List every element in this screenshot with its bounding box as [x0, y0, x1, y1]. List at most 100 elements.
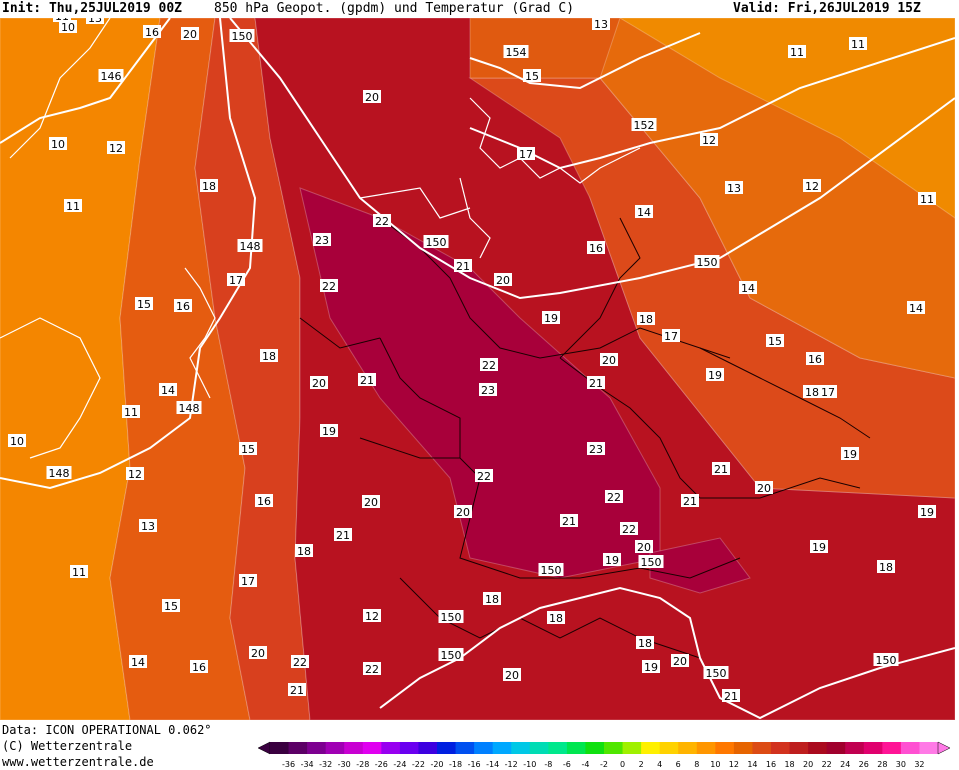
colorbar-segment: [678, 742, 698, 754]
contour-label: 22: [620, 522, 638, 536]
contour-label: 11: [918, 192, 936, 206]
colorbar-tick-label: -28: [356, 760, 369, 769]
colorbar-segment: [808, 742, 828, 754]
colorbar-segment: [270, 742, 290, 754]
colorbar-segment: [474, 742, 494, 754]
contour-label: 23: [313, 233, 331, 247]
contour-label: 22: [363, 662, 381, 676]
label-text: 18: [549, 612, 563, 625]
label-text: 14: [161, 384, 175, 397]
label-text: 20: [365, 91, 379, 104]
label-text: 21: [589, 377, 603, 390]
colorbar-tick-label: -8: [544, 760, 552, 769]
contour-label: 15: [162, 599, 180, 613]
colorbar-tick-label: 26: [859, 760, 869, 769]
label-text: 20: [456, 506, 470, 519]
colorbar-segment: [418, 742, 438, 754]
contour-label: 146: [98, 69, 124, 83]
contour-label: 22: [320, 279, 338, 293]
label-text: 148: [49, 467, 70, 480]
colorbar-segment: [548, 742, 568, 754]
contour-label: 22: [475, 469, 493, 483]
contour-label: 150: [229, 29, 255, 43]
label-text: 12: [365, 610, 379, 623]
colorbar-tick-label: -30: [338, 760, 351, 769]
contour-label: 18: [547, 611, 565, 625]
contour-label: 18: [877, 560, 895, 574]
weather-map: 11 10 13 16 20 21 150 146 10 12 11 18 148 17 15 16 18 14 1…: [0, 18, 955, 720]
label-text: 23: [589, 443, 603, 456]
contour-label: 21: [560, 514, 578, 528]
label-text: 16: [192, 661, 206, 674]
contour-label: 20: [635, 540, 653, 554]
label-text: 22: [365, 663, 379, 676]
label-text: 15: [525, 70, 539, 83]
colorbar-tick-label: -32: [319, 760, 332, 769]
contour-label: 18: [637, 312, 655, 326]
colorbar-segment: [882, 742, 902, 754]
label-text: 21: [724, 690, 738, 703]
colorbar-tick-label: 8: [694, 760, 699, 769]
label-text: 17: [821, 386, 835, 399]
label-text: 16: [145, 26, 159, 39]
contour-label: 14: [739, 281, 757, 295]
contour-label: 19: [542, 311, 560, 325]
label-text: 22: [477, 470, 491, 483]
label-text: 23: [481, 384, 495, 397]
contour-label: 20: [494, 273, 512, 287]
contour-label: 150: [873, 653, 899, 667]
contour-label: 19: [320, 424, 338, 438]
label-text: 22: [322, 280, 336, 293]
contour-label: 18: [483, 592, 501, 606]
colorbar-tick-label: -20: [430, 760, 443, 769]
colorbar-tick-label: 30: [896, 760, 906, 769]
contour-label: 14: [635, 205, 653, 219]
colorbar-tick-label: -24: [393, 760, 406, 769]
contour-label: 16: [587, 241, 605, 255]
label-text: 20: [183, 28, 197, 41]
contour-label: 16: [174, 299, 192, 313]
contour-label: 15: [766, 334, 784, 348]
colorbar-segment: [752, 742, 772, 754]
label-text: 150: [426, 236, 447, 249]
label-text: 19: [605, 554, 619, 567]
label-text: 17: [664, 330, 678, 343]
contour-label: 12: [363, 609, 381, 623]
label-text: 22: [622, 523, 636, 536]
contour-label: 20: [362, 495, 380, 509]
contour-label: 19: [810, 540, 828, 554]
contour-label: 11: [64, 199, 82, 213]
contour-label: 19: [841, 447, 859, 461]
label-text: 150: [441, 611, 462, 624]
contour-label: 19: [603, 553, 621, 567]
label-text: 16: [808, 353, 822, 366]
contour-label: 148: [176, 401, 202, 415]
contour-label: 12: [700, 133, 718, 147]
contour-label: 14: [129, 655, 147, 669]
colorbar-min-arrow: [257, 741, 271, 755]
colorbar-segment: [622, 742, 642, 754]
contour-label: 21: [722, 689, 740, 703]
colorbar-segment: [399, 742, 419, 754]
label-text: 10: [51, 138, 65, 151]
contour-label: 22: [373, 214, 391, 228]
valid-time: Valid: Fri,26JUL2019 15Z: [733, 1, 921, 16]
contour-label: 18: [636, 636, 654, 650]
contour-label: 22: [480, 358, 498, 372]
colorbar-segment: [919, 742, 939, 754]
label-text: 154: [506, 46, 527, 59]
contour-label: 22: [605, 490, 623, 504]
colorbar-tick-label: -12: [505, 760, 518, 769]
label-text: 21: [683, 495, 697, 508]
label-text: 146: [101, 70, 122, 83]
label-text: 150: [706, 667, 727, 680]
colorbar-segment: [863, 742, 883, 754]
colorbar-segment: [900, 742, 920, 754]
label-text: 16: [257, 495, 271, 508]
label-text: 22: [293, 656, 307, 669]
colorbar-tick-label: 12: [729, 760, 739, 769]
label-text: 13: [727, 182, 741, 195]
colorbar-tick-label: 2: [639, 760, 644, 769]
contour-label: 15: [239, 442, 257, 456]
contour-label: 11: [788, 45, 806, 59]
